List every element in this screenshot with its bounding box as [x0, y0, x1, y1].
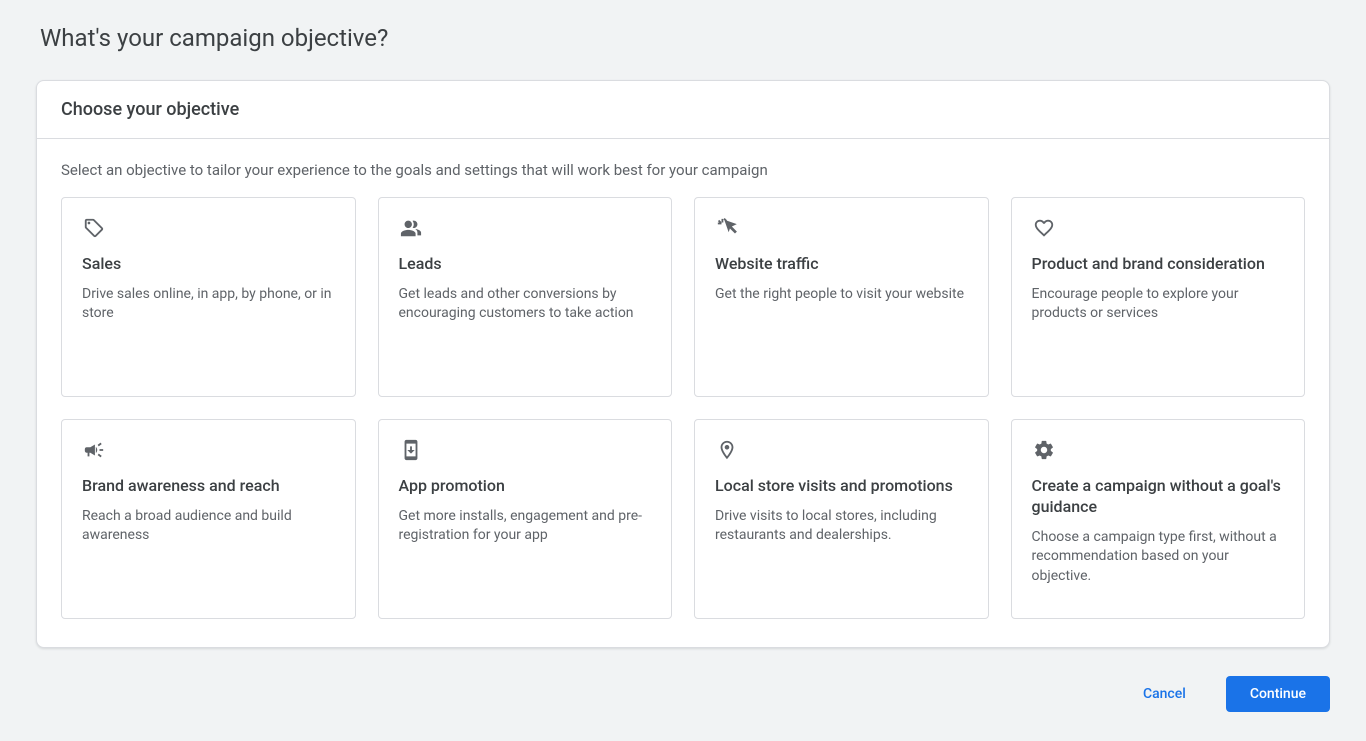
- cursor-click-icon: [715, 216, 739, 240]
- objective-title: App promotion: [399, 476, 652, 497]
- card-header: Choose your objective: [37, 81, 1329, 139]
- objective-desc: Choose a campaign type first, without a …: [1032, 528, 1285, 587]
- objective-title: Sales: [82, 254, 335, 275]
- objective-product-brand[interactable]: Product and brand consideration Encourag…: [1011, 197, 1306, 397]
- people-icon: [399, 216, 423, 240]
- objective-card-panel: Choose your objective Select an objectiv…: [36, 80, 1330, 648]
- objective-brand-awareness[interactable]: Brand awareness and reach Reach a broad …: [61, 419, 356, 619]
- objective-title: Local store visits and promotions: [715, 476, 968, 497]
- objective-title: Website traffic: [715, 254, 968, 275]
- objective-desc: Drive visits to local stores, including …: [715, 507, 968, 546]
- objective-desc: Get leads and other conversions by encou…: [399, 285, 652, 324]
- phone-icon: [399, 438, 423, 462]
- objective-title: Leads: [399, 254, 652, 275]
- objective-desc: Get more installs, engagement and pre-re…: [399, 507, 652, 546]
- objective-title: Create a campaign without a goal's guida…: [1032, 476, 1285, 518]
- objective-desc: Reach a broad audience and build awarene…: [82, 507, 335, 546]
- objective-leads[interactable]: Leads Get leads and other conversions by…: [378, 197, 673, 397]
- objective-desc: Drive sales online, in app, by phone, or…: [82, 285, 335, 324]
- objective-no-goal[interactable]: Create a campaign without a goal's guida…: [1011, 419, 1306, 619]
- objective-local-store[interactable]: Local store visits and promotions Drive …: [694, 419, 989, 619]
- card-header-title: Choose your objective: [61, 99, 1305, 120]
- footer-actions: Cancel Continue: [36, 676, 1330, 712]
- objective-title: Product and brand consideration: [1032, 254, 1285, 275]
- objective-desc: Encourage people to explore your product…: [1032, 285, 1285, 324]
- page-title: What's your campaign objective?: [40, 24, 1330, 52]
- cancel-button[interactable]: Cancel: [1119, 676, 1210, 712]
- megaphone-icon: [82, 438, 106, 462]
- objectives-grid: Sales Drive sales online, in app, by pho…: [61, 197, 1305, 619]
- objective-website-traffic[interactable]: Website traffic Get the right people to …: [694, 197, 989, 397]
- tag-icon: [82, 216, 106, 240]
- objective-sales[interactable]: Sales Drive sales online, in app, by pho…: [61, 197, 356, 397]
- objective-desc: Get the right people to visit your websi…: [715, 285, 968, 305]
- heart-icon: [1032, 216, 1056, 240]
- intro-text: Select an objective to tailor your exper…: [61, 161, 1305, 179]
- objective-title: Brand awareness and reach: [82, 476, 335, 497]
- continue-button[interactable]: Continue: [1226, 676, 1330, 712]
- location-pin-icon: [715, 438, 739, 462]
- objective-app-promotion[interactable]: App promotion Get more installs, engagem…: [378, 419, 673, 619]
- gear-icon: [1032, 438, 1056, 462]
